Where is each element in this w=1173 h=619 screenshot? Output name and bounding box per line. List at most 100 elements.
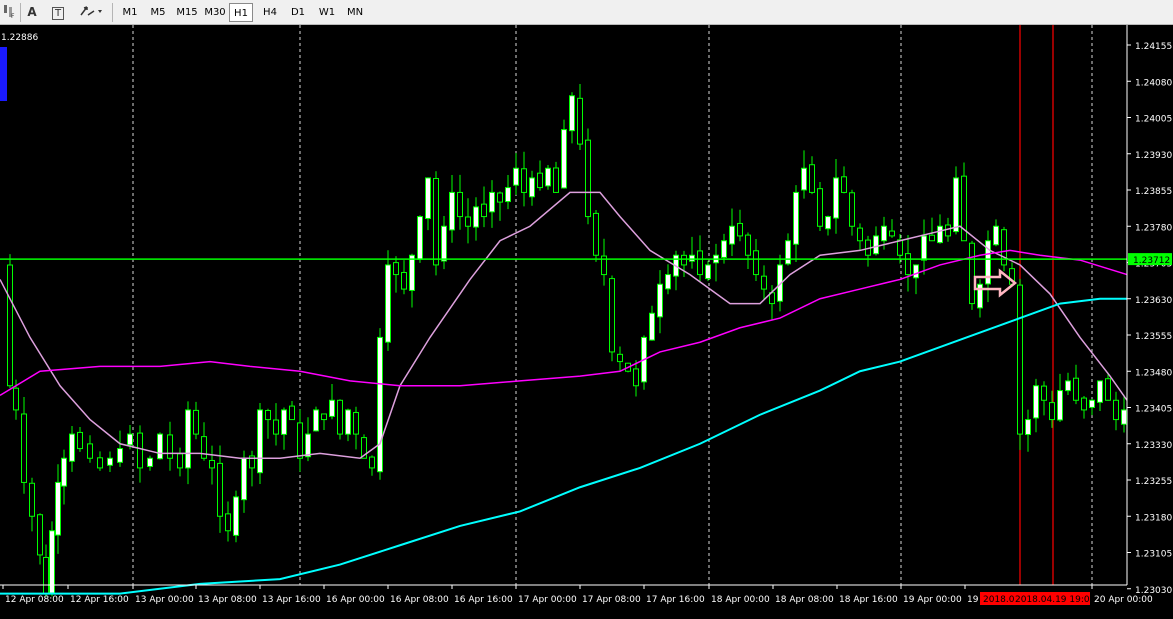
candle-body bbox=[393, 262, 399, 276]
candle-body bbox=[1113, 399, 1119, 421]
price-tick-label: 1.23330 bbox=[1135, 441, 1172, 451]
timeframe-mn[interactable]: MN bbox=[341, 3, 369, 22]
candle-body bbox=[1121, 409, 1127, 425]
candle-body bbox=[929, 234, 935, 242]
candle-body bbox=[21, 413, 27, 483]
candle-body bbox=[107, 457, 113, 466]
candle-body bbox=[13, 387, 19, 411]
time-label: 16 Apr 08:00 bbox=[390, 595, 449, 605]
chart-area[interactable]: 1.24155 1.24080 1.24005 1.23930 1.23855 1.237… bbox=[0, 25, 1173, 615]
timeframe-m30[interactable]: M30 bbox=[201, 3, 229, 22]
text-label-icon[interactable]: T bbox=[50, 3, 66, 21]
candle-body bbox=[465, 216, 471, 227]
candle-body bbox=[809, 164, 815, 193]
candle-body bbox=[441, 225, 447, 262]
candle-body bbox=[705, 264, 711, 280]
candle-body bbox=[273, 419, 279, 435]
time-label: 17 Apr 16:00 bbox=[646, 595, 705, 605]
corner-value: 1.22886 bbox=[1, 33, 38, 43]
candle-body bbox=[497, 192, 503, 203]
price-chart[interactable]: 1.24155 1.24080 1.24005 1.23930 1.23855 1.237… bbox=[0, 25, 1173, 615]
candle-body bbox=[337, 399, 343, 435]
moving-averages bbox=[0, 191, 1128, 595]
candle-body bbox=[801, 167, 807, 191]
candle-body bbox=[1065, 380, 1071, 392]
candle-body bbox=[167, 434, 173, 459]
timeframe-m1[interactable]: M1 bbox=[117, 3, 143, 22]
arrows-dropdown-icon[interactable] bbox=[78, 3, 106, 21]
candle-body bbox=[217, 462, 223, 517]
candle-body bbox=[37, 514, 43, 556]
candle-body bbox=[137, 432, 143, 469]
candle-body bbox=[721, 240, 727, 258]
candle-body bbox=[953, 177, 959, 233]
ma-mid-line bbox=[0, 249, 1128, 397]
candle-body bbox=[353, 412, 359, 435]
candle-body bbox=[1081, 397, 1087, 411]
time-label: 16 Apr 16:00 bbox=[454, 595, 513, 605]
candle-body bbox=[345, 409, 351, 435]
timeframe-h1[interactable]: H1 bbox=[229, 3, 253, 22]
time-label: 13 Apr 00:00 bbox=[135, 595, 194, 605]
candle-body bbox=[321, 413, 327, 421]
candle-body bbox=[117, 448, 123, 463]
ma-fast-line bbox=[0, 191, 1128, 460]
red-vertical-lines bbox=[1019, 25, 1054, 585]
price-tick-label: 1.23480 bbox=[1135, 368, 1172, 378]
candle-body bbox=[577, 97, 583, 145]
candle-body bbox=[681, 254, 687, 266]
candle-body bbox=[87, 443, 93, 459]
candle-body bbox=[1073, 377, 1079, 401]
candle-body bbox=[473, 206, 479, 228]
timeframe-w1[interactable]: W1 bbox=[313, 3, 341, 22]
crosshair-time-label: 2018.04.19 19:00 bbox=[1015, 595, 1096, 605]
price-tick-label: 1.23930 bbox=[1135, 151, 1172, 161]
candle-body bbox=[147, 457, 153, 467]
candle-body bbox=[817, 188, 823, 227]
candle-body bbox=[313, 409, 319, 432]
candle-body bbox=[401, 271, 407, 290]
candle-body bbox=[29, 482, 35, 517]
time-label: 16 Apr 00:00 bbox=[326, 595, 385, 605]
price-tick-label: 1.23255 bbox=[1135, 477, 1172, 487]
timeframe-m5[interactable]: M5 bbox=[145, 3, 171, 22]
timeframe-m15[interactable]: M15 bbox=[173, 3, 201, 22]
candle-body bbox=[665, 274, 671, 290]
candle-body bbox=[921, 235, 927, 261]
candle-body bbox=[993, 225, 999, 246]
candle-body bbox=[825, 216, 831, 230]
timeframe-h4[interactable]: H4 bbox=[257, 3, 283, 22]
timeframe-d1[interactable]: D1 bbox=[285, 3, 311, 22]
candle-body bbox=[569, 95, 575, 132]
toolbar-separator bbox=[112, 3, 113, 22]
text-tool-icon[interactable]: A bbox=[24, 3, 40, 21]
candle-body bbox=[127, 433, 133, 446]
candle-body bbox=[157, 433, 163, 460]
time-label: 17 Apr 00:00 bbox=[518, 595, 577, 605]
price-tick-label: 1.23780 bbox=[1135, 223, 1172, 233]
price-tick-label: 1.23855 bbox=[1135, 187, 1172, 197]
candle-body bbox=[201, 436, 207, 459]
candle-body bbox=[969, 242, 975, 305]
candle-body bbox=[241, 457, 247, 501]
candle-body bbox=[257, 409, 263, 474]
crosshair-time-label: 2018.0 bbox=[983, 595, 1015, 605]
candle-body bbox=[561, 129, 567, 189]
candle-body bbox=[633, 368, 639, 387]
time-label: 13 Apr 08:00 bbox=[198, 595, 257, 605]
corner-indicator: 1.22886 bbox=[0, 33, 38, 101]
chart-style-icon[interactable]: F bbox=[2, 3, 18, 21]
price-tick-label: 1.23105 bbox=[1135, 550, 1172, 560]
candle-body bbox=[297, 422, 303, 459]
candle-body bbox=[585, 139, 591, 218]
candle-body bbox=[545, 167, 551, 187]
candle-body bbox=[697, 250, 703, 276]
time-label: 18 Apr 16:00 bbox=[839, 595, 898, 605]
candle-body bbox=[529, 177, 535, 198]
price-tick-label: 1.23405 bbox=[1135, 405, 1172, 415]
candle-body bbox=[609, 278, 615, 353]
time-label: 12 Apr 08:00 bbox=[5, 595, 64, 605]
candle-body bbox=[1025, 419, 1031, 435]
candle-body bbox=[77, 431, 83, 450]
candle-body bbox=[857, 227, 863, 242]
